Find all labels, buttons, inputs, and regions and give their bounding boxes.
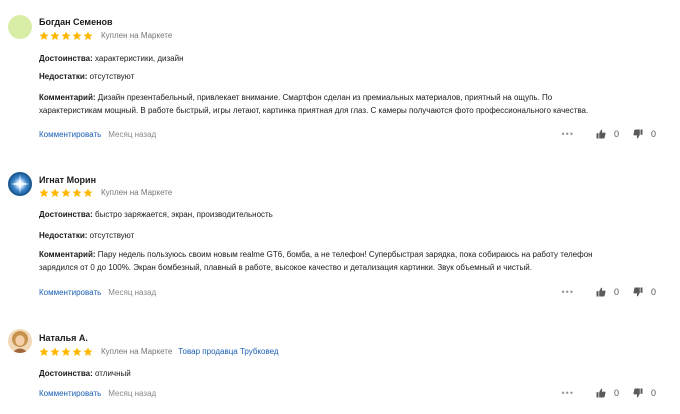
cons-line: Недостатки: отсутствуют [39, 71, 134, 82]
rating-row: Куплен на Маркете [39, 30, 172, 41]
pros-line: Достоинства: быстро заряжается, экран, п… [39, 209, 273, 220]
thumb-down-icon [633, 287, 643, 297]
comment-line: зарядился от 0 до 100%. Экран бомбезный,… [39, 263, 532, 272]
star-icon [61, 188, 71, 198]
person-photo-icon [12, 331, 28, 353]
pros-line: Достоинства: характеристики, дизайн [39, 53, 184, 64]
review-date: Месяц назад [108, 129, 157, 139]
thumb-down-icon [633, 388, 643, 398]
cons-label: Недостатки: [39, 72, 88, 81]
star-icon [39, 347, 49, 357]
comment-line: характеристикам мощный. В работе быстрый… [39, 106, 589, 115]
like-button[interactable]: 0 [596, 287, 619, 297]
star-icon [61, 347, 71, 357]
thumb-up-icon [596, 388, 606, 398]
dislike-button[interactable]: 0 [633, 388, 656, 398]
star-icon [50, 31, 60, 41]
review-footer: Комментировать Месяц назад ••• 0 0 [39, 387, 656, 399]
star-icon [39, 188, 49, 198]
more-options-icon[interactable]: ••• [562, 388, 574, 398]
pros-line: Достоинства: отличный [39, 368, 131, 379]
comment-line: Комментарий: Пару недель пользуюсь своим… [39, 248, 619, 261]
star-icon [39, 31, 49, 41]
rating-stars [39, 347, 94, 357]
cons-text: отсутствуют [89, 72, 135, 81]
star-icon [83, 31, 93, 41]
star-icon [50, 347, 60, 357]
purchase-badge: Куплен на Маркете [101, 31, 173, 40]
pros-text: быстро заряжается, экран, производительн… [95, 210, 273, 219]
comment-label: Комментарий: [39, 250, 96, 259]
dislike-count: 0 [650, 129, 656, 139]
review-date: Месяц назад [108, 388, 157, 398]
rating-row: Куплен на Маркете [39, 187, 172, 198]
pros-text: характеристики, дизайн [95, 54, 184, 63]
comment-text: Дизайн презентабельный, привлекает внима… [97, 93, 553, 102]
review-footer: Комментировать Месяц назад ••• 0 0 [39, 128, 656, 140]
like-count: 0 [613, 129, 619, 139]
comment-block: Комментарий: Пару недель пользуюсь своим… [39, 248, 619, 274]
rating-row: Куплен на Маркете Товар продавца Трубков… [39, 346, 279, 357]
star-icon [72, 31, 82, 41]
comment-label: Комментарий: [39, 93, 96, 102]
comment-button[interactable]: Комментировать [39, 130, 101, 139]
purchase-badge: Куплен на Маркете [101, 188, 173, 197]
pros-label: Достоинства: [39, 210, 93, 219]
dislike-button[interactable]: 0 [633, 287, 656, 297]
seller-link[interactable]: Товар продавца Трубковед [178, 347, 278, 356]
dislike-button[interactable]: 0 [633, 129, 656, 139]
dislike-count: 0 [650, 287, 656, 297]
dislike-count: 0 [650, 388, 656, 398]
star-icon [50, 188, 60, 198]
cons-label: Недостатки: [39, 231, 88, 240]
pros-text: отличный [95, 369, 131, 378]
comment-button[interactable]: Комментировать [39, 389, 101, 398]
star-icon [72, 188, 82, 198]
author-name[interactable]: Богдан Семенов [39, 17, 113, 28]
like-button[interactable]: 0 [596, 129, 619, 139]
star-icon [83, 188, 93, 198]
review-date: Месяц назад [108, 287, 157, 297]
star-icon [72, 347, 82, 357]
cons-line: Недостатки: отсутствуют [39, 230, 134, 241]
comment-block: Комментарий: Дизайн презентабельный, при… [39, 91, 619, 117]
rating-stars [39, 31, 94, 41]
author-name[interactable]: Наталья А. [39, 333, 88, 344]
comment-text: Пару недель пользуюсь своим новым realme… [97, 250, 593, 259]
pros-label: Достоинства: [39, 54, 93, 63]
sparkle-icon [10, 174, 30, 194]
user-photo-avatar-icon[interactable] [8, 329, 32, 353]
comment-line: Комментарий: Дизайн презентабельный, при… [39, 91, 619, 104]
purchase-badge: Куплен на Маркете [101, 347, 173, 356]
more-options-icon[interactable]: ••• [562, 129, 574, 139]
author-name[interactable]: Игнат Морин [39, 175, 96, 186]
pros-label: Достоинства: [39, 369, 93, 378]
star-icon [61, 31, 71, 41]
like-count: 0 [613, 388, 619, 398]
thumb-up-icon [596, 129, 606, 139]
thumb-up-icon [596, 287, 606, 297]
star-avatar-icon[interactable] [8, 172, 32, 196]
like-button[interactable]: 0 [596, 388, 619, 398]
like-count: 0 [613, 287, 619, 297]
comment-button[interactable]: Комментировать [39, 288, 101, 297]
review-footer: Комментировать Месяц назад ••• 0 0 [39, 286, 656, 298]
cons-text: отсутствуют [89, 231, 135, 240]
avatar-placeholder-icon[interactable] [8, 15, 32, 39]
rating-stars [39, 188, 94, 198]
star-icon [83, 347, 93, 357]
thumb-down-icon [633, 129, 643, 139]
more-options-icon[interactable]: ••• [562, 287, 574, 297]
